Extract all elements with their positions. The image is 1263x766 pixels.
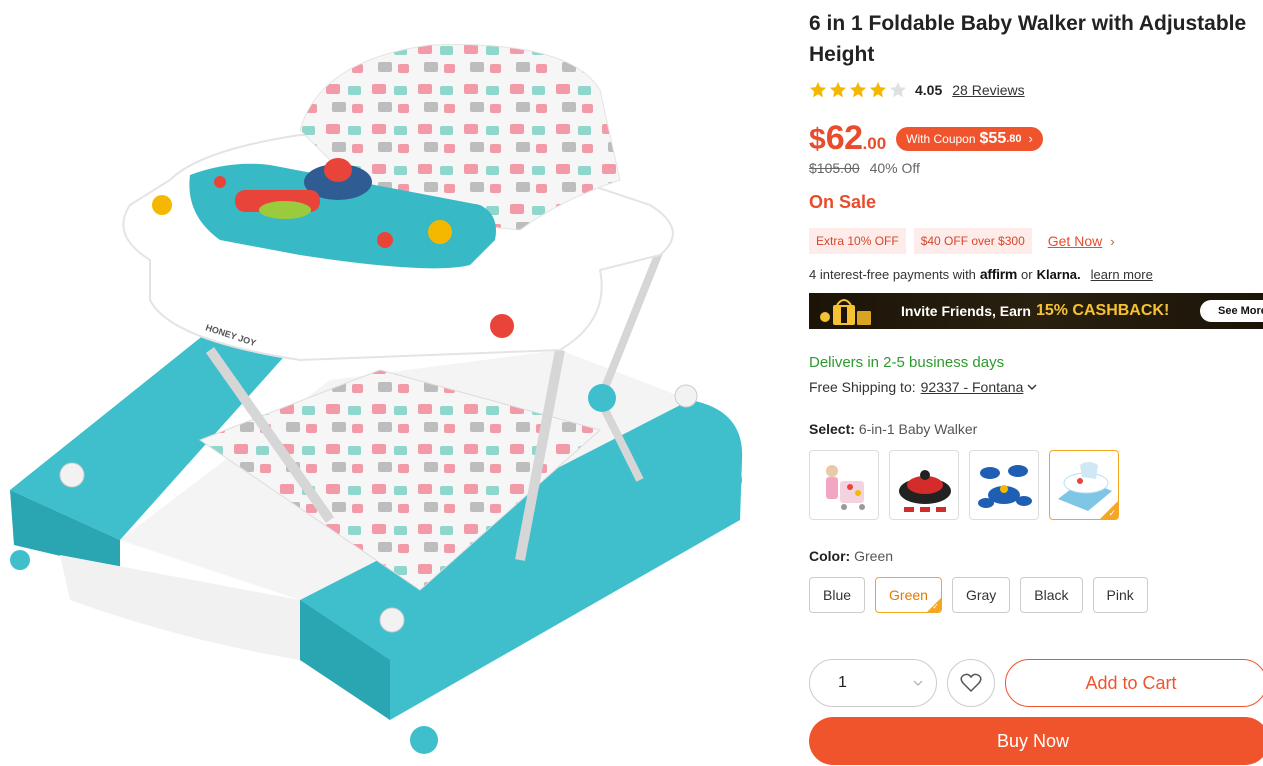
reviews-link[interactable]: 28 Reviews — [952, 82, 1024, 98]
color-option-blue[interactable]: Blue — [809, 577, 866, 613]
quantity-value: 1 — [838, 674, 847, 691]
installment-text: 4 interest-free payments with — [809, 266, 976, 282]
product-info-panel: 6 in 1 Foldable Baby Walker with Adjusta… — [809, 0, 1263, 766]
star-icon — [830, 82, 846, 98]
product-title: 6 in 1 Foldable Baby Walker with Adjusta… — [809, 12, 1247, 66]
chevron-right-icon: › — [1110, 233, 1115, 249]
star-icon — [890, 82, 906, 98]
check-icon: ✓ — [932, 602, 939, 611]
learn-more-link[interactable]: learn more — [1091, 267, 1153, 282]
color-option-label: Gray — [965, 587, 997, 603]
variant-option-2[interactable] — [889, 450, 959, 520]
heart-icon — [960, 673, 982, 693]
promo-tag-extra-off[interactable]: Extra 10% OFF — [809, 228, 906, 254]
star-icon — [850, 82, 866, 98]
variant-thumbnail — [978, 465, 1032, 508]
variant-option-4[interactable]: ✓ — [1049, 450, 1119, 520]
wishlist-button[interactable] — [947, 659, 995, 707]
gift-bag-icon — [820, 299, 871, 325]
add-to-cart-button[interactable]: Add to Cart — [1005, 659, 1263, 707]
or-text: or — [1021, 266, 1033, 282]
star-icon — [870, 82, 886, 98]
coupon-price: $55 — [979, 129, 1007, 147]
color-option-pink[interactable]: Pink — [1092, 577, 1148, 613]
coupon-button[interactable]: With Coupon $55.80 › — [896, 126, 1043, 151]
star-icon — [810, 82, 826, 98]
coupon-label: With Coupon — [906, 131, 976, 146]
price-decimal: .00 — [862, 134, 887, 153]
buy-now-button[interactable]: Buy Now — [809, 717, 1263, 765]
chevron-down-icon[interactable] — [1026, 381, 1038, 393]
star-rating — [809, 81, 907, 99]
affirm-logo: affirm — [979, 266, 1018, 282]
variant-thumbnail — [899, 470, 951, 512]
shipping-label: Free Shipping to: — [809, 379, 916, 395]
variant-option-1[interactable] — [809, 450, 879, 520]
quantity-select[interactable]: 1 — [809, 659, 937, 707]
see-more-button[interactable]: See More — [1200, 300, 1263, 322]
referral-banner[interactable]: Invite Friends, Earn 15% CASHBACK! See M… — [809, 293, 1263, 329]
rating-row: 4.05 28 Reviews — [809, 79, 1025, 101]
price-integer: 62 — [825, 119, 863, 157]
current-price: $62.00 — [809, 119, 886, 158]
color-options: Blue Green ✓ Gray Black Pink — [809, 577, 1148, 613]
baby-walker-illustration: HONEY JOY — [10, 44, 743, 754]
discount-percent: 40% Off — [869, 160, 920, 176]
check-icon: ✓ — [1108, 508, 1116, 518]
klarna-logo: Klarna. — [1036, 266, 1081, 282]
coupon-price-decimal: .80 — [1006, 132, 1022, 145]
chevron-right-icon: › — [1028, 131, 1033, 146]
price-row: $62.00 With Coupon $55.80 › — [809, 119, 1043, 158]
get-now-link[interactable]: Get Now — [1048, 233, 1102, 249]
variant-select-label: Select: 6-in-1 Baby Walker — [809, 421, 977, 437]
color-option-black[interactable]: Black — [1020, 577, 1083, 613]
color-option-label: Green — [889, 587, 928, 603]
on-sale-label: On Sale — [809, 192, 877, 212]
installment-row: 4 interest-free payments with affirm or … — [809, 266, 1153, 282]
banner-cashback: 15% CASHBACK! — [1035, 302, 1170, 319]
color-select-label: Color: Green — [809, 548, 893, 564]
delivery-estimate: Delivers in 2-5 business days — [809, 354, 1005, 371]
variant-option-3[interactable] — [969, 450, 1039, 520]
color-option-gray[interactable]: Gray — [951, 577, 1011, 613]
color-label-prefix: Color: — [809, 548, 851, 564]
selected-variant: 6-in-1 Baby Walker — [858, 421, 978, 437]
selected-color: Green — [854, 548, 894, 564]
price-currency: $ — [809, 123, 826, 156]
original-price-row: $105.00 40% Off — [809, 160, 920, 176]
zip-location-link[interactable]: 92337 - Fontana — [921, 379, 1024, 395]
color-option-label: Black — [1034, 587, 1069, 603]
variant-options: ✓ — [809, 450, 1119, 520]
promo-row: Extra 10% OFF $40 OFF over $300 Get Now … — [809, 228, 1115, 254]
product-image[interactable]: HONEY JOY — [0, 0, 790, 766]
select-label-prefix: Select: — [809, 421, 855, 437]
rating-value: 4.05 — [915, 82, 943, 98]
banner-text: Invite Friends, Earn — [901, 303, 1031, 319]
color-option-label: Pink — [1106, 587, 1134, 603]
promo-tag-over-300[interactable]: $40 OFF over $300 — [913, 228, 1032, 254]
color-option-label: Blue — [823, 587, 852, 603]
variant-thumbnail — [826, 465, 865, 510]
shipping-row: Free Shipping to: 92337 - Fontana — [809, 379, 1038, 395]
original-price: $105.00 — [809, 160, 860, 176]
color-option-green[interactable]: Green ✓ — [875, 577, 942, 613]
chevron-down-icon — [913, 680, 923, 686]
